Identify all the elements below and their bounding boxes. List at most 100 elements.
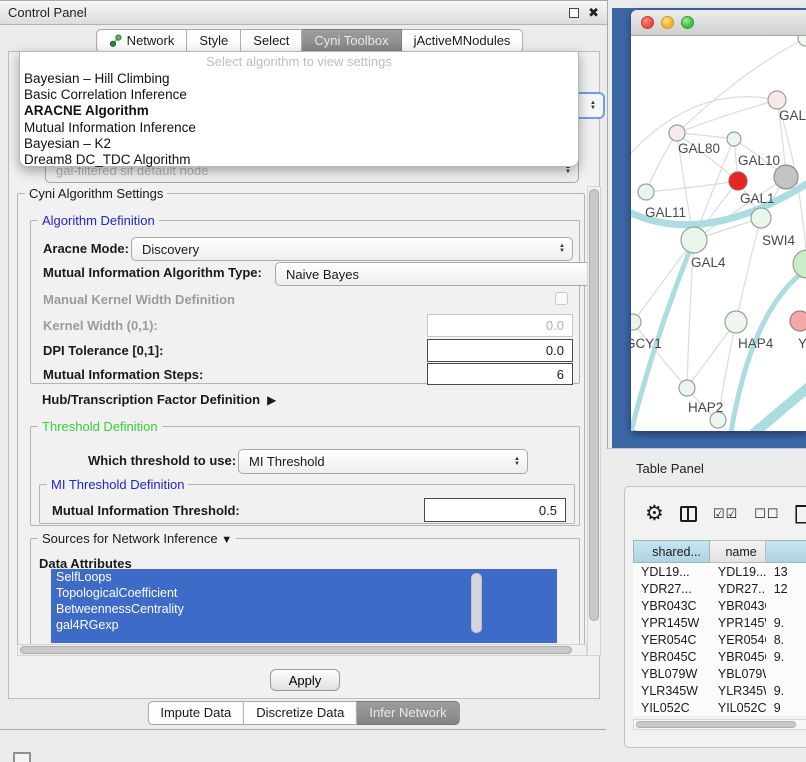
control-panel-tabs: NetworkStyleSelectCyni ToolboxjActiveMNo… [96, 29, 524, 53]
scrollbar-thumb[interactable] [636, 721, 796, 728]
mi-threshold-field[interactable]: 0.5 [424, 498, 566, 522]
manual-kernel-checkbox[interactable] [555, 292, 568, 305]
node-gcy1[interactable] [631, 314, 641, 330]
edge[interactable] [677, 100, 777, 133]
scrollbar-thumb[interactable] [589, 189, 599, 621]
table-row[interactable]: YBL079WYBL079W [633, 665, 806, 682]
tab-cyni-toolbox[interactable]: Cyni Toolbox [302, 29, 401, 53]
screen: Control Panel ✖ NetworkStyleSelectCyni T… [0, 0, 806, 762]
node[interactable] [729, 172, 747, 190]
dpi-tolerance-field[interactable]: 0.0 [427, 339, 573, 362]
mi-type-combo[interactable]: Naive Bayes ▲▼ [275, 262, 601, 286]
table-row[interactable]: YDL19...YDL19...13 [633, 563, 806, 580]
table-row[interactable]: YDR27...YDR27...12 [633, 580, 806, 597]
node-gal11[interactable] [638, 184, 654, 200]
tab-impute-data[interactable]: Impute Data [147, 701, 244, 725]
algorithm-dropdown: Select algorithm to view settings Bayesi… [19, 51, 579, 167]
vertical-scrollbar[interactable] [587, 186, 601, 656]
algorithm-option[interactable]: Mutual Information Inference [20, 120, 578, 136]
edge[interactable] [646, 133, 677, 192]
node-gal10[interactable] [727, 132, 741, 146]
table-panel-body: ⚙ ☑☑ ☐☐ shared...name YDL19...YDL19...13… [624, 486, 806, 748]
algorithm-definition-group: Algorithm Definition Aracne Mode: Discov… [30, 220, 580, 384]
scrollbar-thumb[interactable] [20, 646, 572, 654]
table-row[interactable]: YBR043CYBR043C [633, 597, 806, 614]
hub-definition-toggle[interactable]: Hub/Transcription Factor Definition ▶ [42, 392, 276, 407]
float-icon[interactable] [569, 8, 579, 18]
table-row[interactable]: YIL052CYIL052C9 [633, 699, 806, 716]
gear-icon[interactable]: ⚙ [645, 504, 664, 524]
document-icon[interactable] [795, 505, 806, 524]
dpi-tolerance-label: DPI Tolerance [0,1]: [43, 343, 163, 358]
table-cell: YDL19... [710, 563, 766, 580]
tab-infer-network[interactable]: Infer Network [357, 701, 459, 725]
bottom-tabs: Impute DataDiscretize DataInfer Network [147, 701, 459, 725]
column-view-icon[interactable] [680, 506, 697, 522]
column-header[interactable] [766, 540, 806, 563]
unchecked-pair-icon[interactable]: ☐☐ [754, 506, 779, 522]
tab-network[interactable]: Network [96, 29, 188, 53]
table-panel-title: Table Panel [636, 461, 704, 476]
table-horizontal-scrollbar[interactable] [633, 719, 806, 730]
aracne-mode-combo[interactable]: Discovery ▲▼ [131, 237, 573, 261]
close-traffic-light-icon[interactable] [641, 16, 654, 29]
node[interactable] [798, 36, 806, 46]
table-cell: 8. [766, 631, 806, 648]
table-row[interactable]: YLR345WYLR345W9. [633, 682, 806, 699]
edge-highlighted[interactable] [753, 380, 806, 431]
table-cell: YBR045C [710, 648, 766, 665]
edge[interactable] [646, 181, 738, 192]
table-cell: YPR145W [710, 614, 766, 631]
attribute-item-partial[interactable] [51, 633, 557, 643]
network-window-titlebar[interactable] [631, 10, 806, 36]
node-swi4[interactable] [793, 250, 806, 278]
column-header[interactable]: name [710, 540, 766, 563]
mi-steps-field[interactable]: 6 [427, 363, 573, 385]
algorithm-option[interactable]: Basic Correlation Inference [20, 87, 578, 103]
table-row[interactable]: YPR145WYPR145W9. [633, 614, 806, 631]
tab-jactivemnodules[interactable]: jActiveMNodules [402, 29, 524, 53]
sources-toggle[interactable]: Sources for Network Inference ▼ [38, 531, 236, 546]
table-row[interactable]: YBR045CYBR045C9. [633, 648, 806, 665]
list-scrollbar-thumb[interactable] [471, 573, 482, 633]
node-gal80[interactable] [669, 125, 685, 141]
table-cell [766, 665, 806, 682]
table-cell: YBL079W [633, 665, 710, 682]
checked-pair-icon[interactable]: ☑☑ [713, 506, 738, 522]
tab-select[interactable]: Select [241, 29, 302, 53]
edge[interactable] [736, 218, 761, 322]
manual-kernel-label: Manual Kernel Width Definition [43, 292, 235, 307]
close-icon[interactable]: ✖ [588, 8, 599, 18]
which-threshold-combo[interactable]: MI Threshold ▲▼ [238, 449, 528, 474]
node-y[interactable] [790, 311, 806, 331]
node-gal[interactable] [768, 91, 786, 109]
kernel-width-label: Kernel Width (0,1): [43, 318, 158, 333]
column-header[interactable]: shared... [633, 540, 710, 563]
algorithm-option[interactable]: Bayesian – Hill Climbing [20, 71, 578, 87]
dropdown-items: Bayesian – Hill ClimbingBasic Correlatio… [20, 71, 578, 168]
tab-discretize-data[interactable]: Discretize Data [244, 701, 357, 725]
table-body: YDL19...YDL19...13YDR27...YDR27...12YBR0… [633, 563, 806, 716]
node-hap2[interactable] [679, 380, 695, 396]
node-gal4[interactable] [681, 227, 707, 253]
combo-stepper-icon: ▲▼ [555, 244, 569, 254]
mi-threshold-label: Mutual Information Threshold: [52, 503, 240, 518]
algorithm-option[interactable]: Dream8 DC_TDC Algorithm [20, 152, 578, 168]
network-canvas[interactable]: GALGAL80GAL10GAL1GAL11GAL4SWI4HAP4YGCY1H… [631, 36, 806, 431]
minimized-panel-icon[interactable] [13, 752, 31, 762]
kernel-width-field[interactable]: 0.0 [427, 314, 573, 337]
control-panel-window: Control Panel ✖ NetworkStyleSelectCyni T… [0, 0, 608, 730]
apply-button[interactable]: Apply [270, 669, 340, 691]
algorithm-option[interactable]: Bayesian – K2 [20, 136, 578, 152]
algorithm-option[interactable]: ARACNE Algorithm [20, 103, 578, 119]
node[interactable] [774, 165, 798, 189]
table-cell [766, 597, 806, 614]
minimize-traffic-light-icon[interactable] [661, 16, 674, 29]
tab-style[interactable]: Style [187, 29, 241, 53]
table-row[interactable]: YER054CYER054C8. [633, 631, 806, 648]
node-gal1[interactable] [751, 208, 771, 228]
edge[interactable] [633, 240, 694, 322]
horizontal-scrollbar[interactable] [17, 644, 587, 656]
zoom-traffic-light-icon[interactable] [681, 16, 694, 29]
node-hap4[interactable] [725, 311, 747, 333]
